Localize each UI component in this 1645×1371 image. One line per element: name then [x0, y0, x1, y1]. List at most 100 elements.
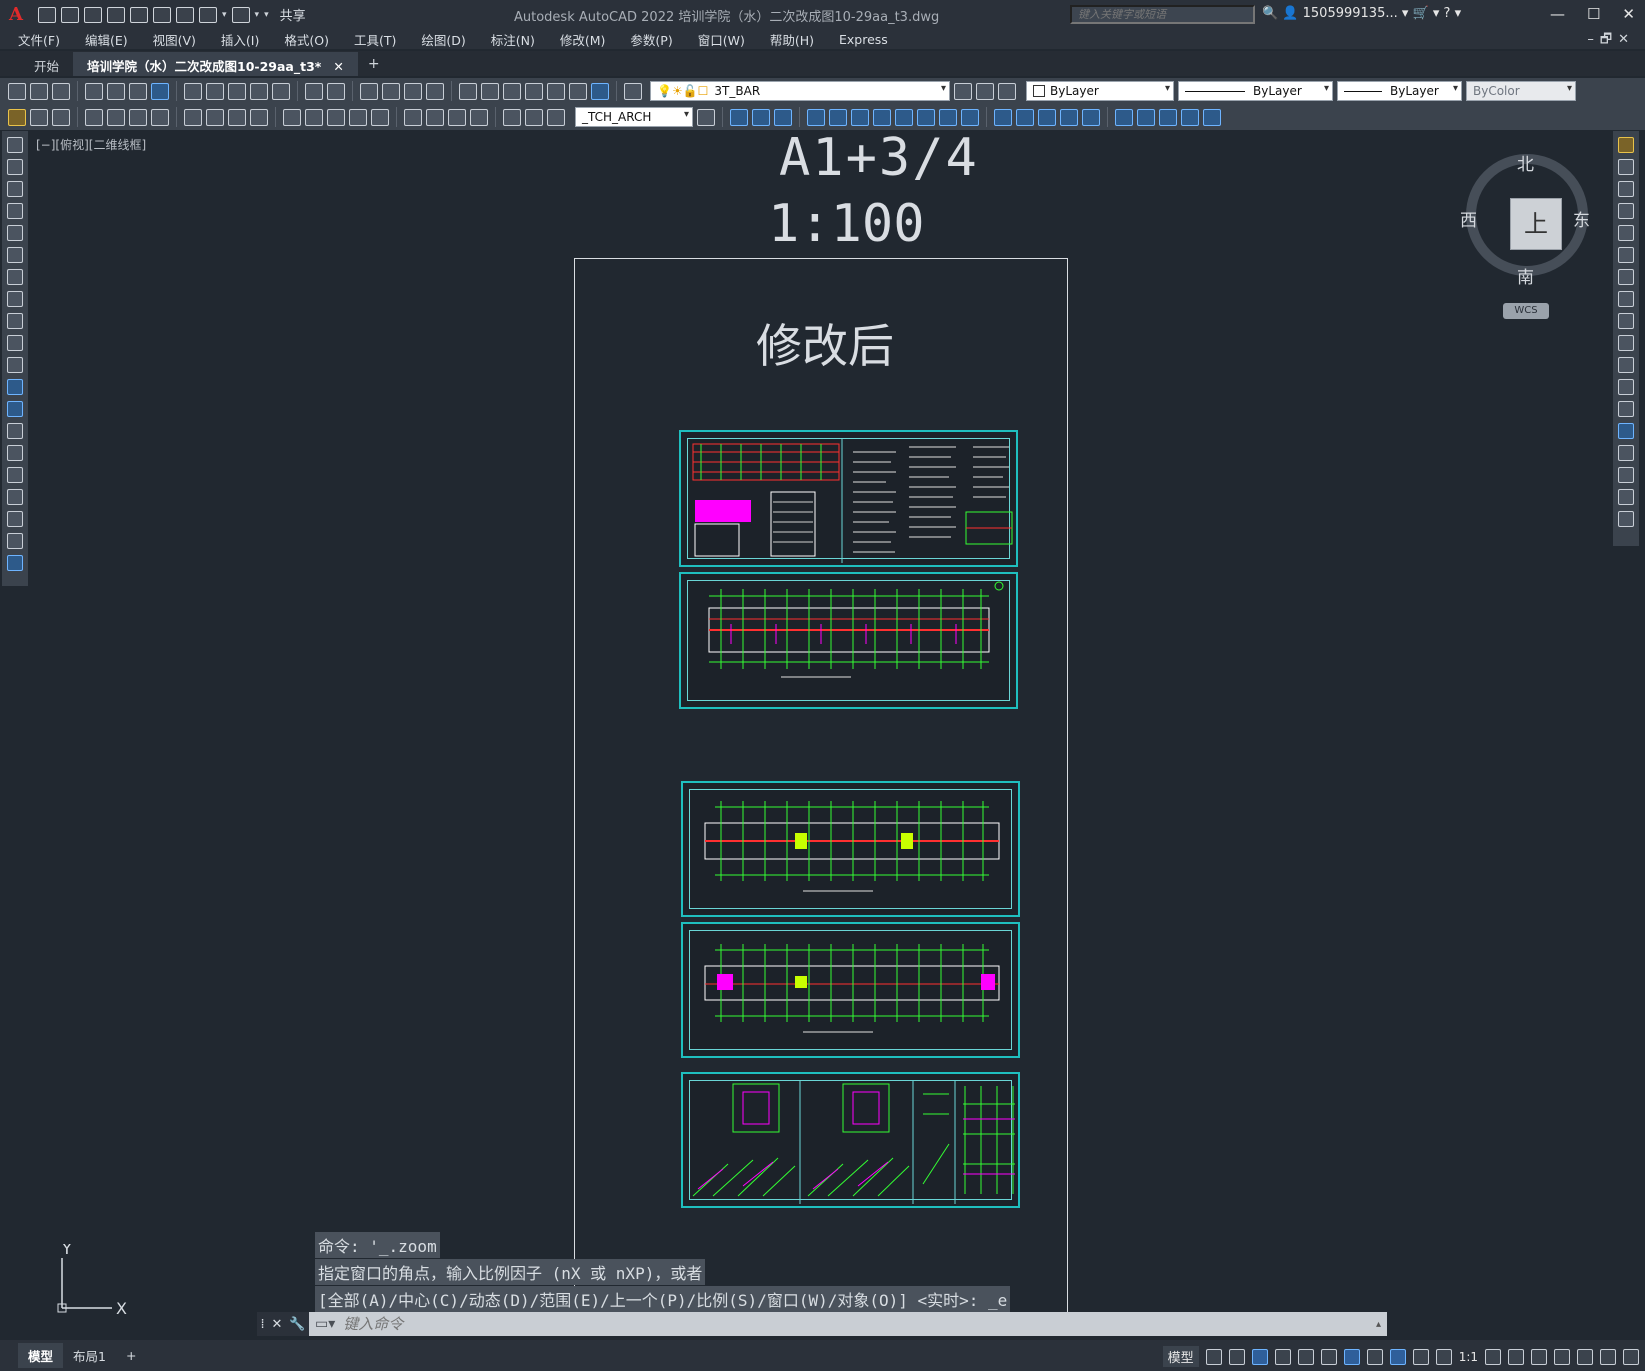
- color-dropdown[interactable]: ByLayer ▾: [1026, 81, 1174, 101]
- move-icon[interactable]: [1618, 247, 1634, 263]
- web-icon[interactable]: [151, 82, 169, 100]
- table-icon[interactable]: [7, 511, 23, 527]
- annotation-scale-value[interactable]: 1:1: [1459, 1350, 1478, 1364]
- export-icon[interactable]: [153, 6, 171, 23]
- drawing-sheet-details[interactable]: [681, 1072, 1020, 1208]
- array-icon[interactable]: [1618, 225, 1634, 241]
- auto-scale-icon[interactable]: [1412, 1348, 1429, 1365]
- plotstyle-dropdown[interactable]: ByColor ▾: [1466, 81, 1576, 101]
- menu-edit[interactable]: 编辑(E): [85, 30, 128, 49]
- plot-icon[interactable]: [176, 6, 194, 23]
- tch-layer-on-icon[interactable]: [52, 108, 70, 126]
- join-icon[interactable]: [1618, 423, 1634, 439]
- delete-faces-icon[interactable]: [873, 108, 891, 126]
- help-icon[interactable]: [591, 82, 609, 100]
- linetype-dropdown[interactable]: ByLayer ▾: [1178, 81, 1333, 101]
- blend-curves-icon[interactable]: [1618, 489, 1634, 505]
- menu-dimension[interactable]: 标注(N): [491, 30, 535, 49]
- grid-icon[interactable]: [1205, 1348, 1222, 1365]
- command-prompt-icon[interactable]: ▭▾: [315, 1316, 335, 1332]
- redo-icon[interactable]: [327, 82, 345, 100]
- arc-length-icon[interactable]: [129, 108, 147, 126]
- undo-icon[interactable]: [305, 82, 323, 100]
- move-faces-icon[interactable]: [829, 108, 847, 126]
- paste-icon[interactable]: [228, 82, 246, 100]
- menu-draw[interactable]: 绘图(D): [421, 30, 465, 49]
- new-tab-button[interactable]: +: [358, 52, 390, 76]
- center-mark-icon[interactable]: [426, 108, 444, 126]
- dimension-edit-icon[interactable]: [503, 108, 521, 126]
- fillet-icon[interactable]: [1618, 467, 1634, 483]
- polygon-icon[interactable]: [7, 203, 23, 219]
- tab-layout1[interactable]: 布局1: [63, 1343, 116, 1368]
- fillet-edges-icon[interactable]: [1181, 108, 1199, 126]
- polar-tracking-icon[interactable]: [1274, 1348, 1291, 1365]
- spline-icon[interactable]: [7, 313, 23, 329]
- continue-dimension-icon[interactable]: [327, 108, 345, 126]
- point-icon[interactable]: [7, 423, 23, 439]
- menu-file[interactable]: 文件(F): [18, 30, 60, 49]
- clean-icon[interactable]: [1016, 108, 1034, 126]
- menu-express[interactable]: Express: [839, 32, 888, 47]
- command-input[interactable]: [343, 1315, 1244, 1333]
- add-selected-icon[interactable]: [7, 555, 23, 571]
- copy-faces-icon[interactable]: [939, 108, 957, 126]
- ellipse-icon[interactable]: [7, 335, 23, 351]
- fullscreen-icon[interactable]: [1600, 1348, 1616, 1365]
- ordinate-dimension-icon[interactable]: [151, 108, 169, 126]
- check-icon[interactable]: [1082, 108, 1100, 126]
- radius-dimension-icon[interactable]: [184, 108, 202, 126]
- separate-icon[interactable]: [1038, 108, 1056, 126]
- add-layout-button[interactable]: +: [116, 1345, 146, 1366]
- viewcube-west[interactable]: 西: [1460, 206, 1477, 231]
- imprint-icon[interactable]: [994, 108, 1012, 126]
- autocad-logo-icon[interactable]: A: [0, 0, 32, 29]
- color-edges-icon[interactable]: [1159, 108, 1177, 126]
- linear-dimension-icon[interactable]: [85, 108, 103, 126]
- sheet-set-icon[interactable]: [525, 82, 543, 100]
- annotation-scale-icon[interactable]: [1435, 1348, 1452, 1365]
- viewport-controls[interactable]: [−][俯视][二维线框]: [36, 136, 146, 153]
- new-icon[interactable]: [8, 82, 26, 100]
- redo-icon[interactable]: [231, 6, 250, 23]
- layer-state-icon[interactable]: [998, 82, 1016, 100]
- hatch-icon[interactable]: [7, 445, 23, 461]
- customize-dropdown-icon[interactable]: ▾: [264, 10, 269, 20]
- menu-window[interactable]: 窗口(W): [698, 30, 745, 49]
- scale-icon[interactable]: [1618, 291, 1634, 307]
- print-preview-icon[interactable]: [107, 82, 125, 100]
- multiline-text-icon[interactable]: [7, 533, 23, 549]
- markup-icon[interactable]: [547, 82, 565, 100]
- undo-icon[interactable]: [199, 6, 217, 23]
- menu-tools[interactable]: 工具(T): [354, 30, 396, 49]
- insert-block-icon[interactable]: [7, 379, 23, 395]
- tool-palettes-icon[interactable]: [503, 82, 521, 100]
- menu-view[interactable]: 视图(V): [153, 30, 196, 49]
- trim-icon[interactable]: [1618, 335, 1634, 351]
- units-icon[interactable]: [1531, 1348, 1547, 1365]
- help-icon[interactable]: ?: [1444, 6, 1451, 21]
- taper-faces-icon[interactable]: [917, 108, 935, 126]
- lineweight-dropdown[interactable]: ByLayer ▾: [1337, 81, 1462, 101]
- annotation-visibility-icon[interactable]: [1389, 1348, 1406, 1365]
- diameter-dimension-icon[interactable]: [228, 108, 246, 126]
- viewcube-top-face[interactable]: 上: [1510, 198, 1562, 250]
- grip-icon[interactable]: ⁞: [260, 1317, 264, 1332]
- union-icon[interactable]: [730, 108, 748, 126]
- dimension-text-edit-icon[interactable]: [525, 108, 543, 126]
- break-icon[interactable]: [1618, 401, 1634, 417]
- offset-icon[interactable]: [1618, 203, 1634, 219]
- rectangle-icon[interactable]: [7, 225, 23, 241]
- erase-icon[interactable]: [1618, 137, 1634, 153]
- inspection-icon[interactable]: [448, 108, 466, 126]
- dimension-update-icon[interactable]: [547, 108, 565, 126]
- layer-previous-icon[interactable]: [976, 82, 994, 100]
- pan-icon[interactable]: [360, 82, 378, 100]
- web-mobile-icon[interactable]: [130, 6, 148, 23]
- extrude-faces-icon[interactable]: [807, 108, 825, 126]
- search-input[interactable]: [1070, 5, 1255, 24]
- aligned-dimension-icon[interactable]: [107, 108, 125, 126]
- lineweight-icon[interactable]: [1366, 1348, 1383, 1365]
- mirror-icon[interactable]: [1618, 181, 1634, 197]
- jogged-linear-icon[interactable]: [470, 108, 488, 126]
